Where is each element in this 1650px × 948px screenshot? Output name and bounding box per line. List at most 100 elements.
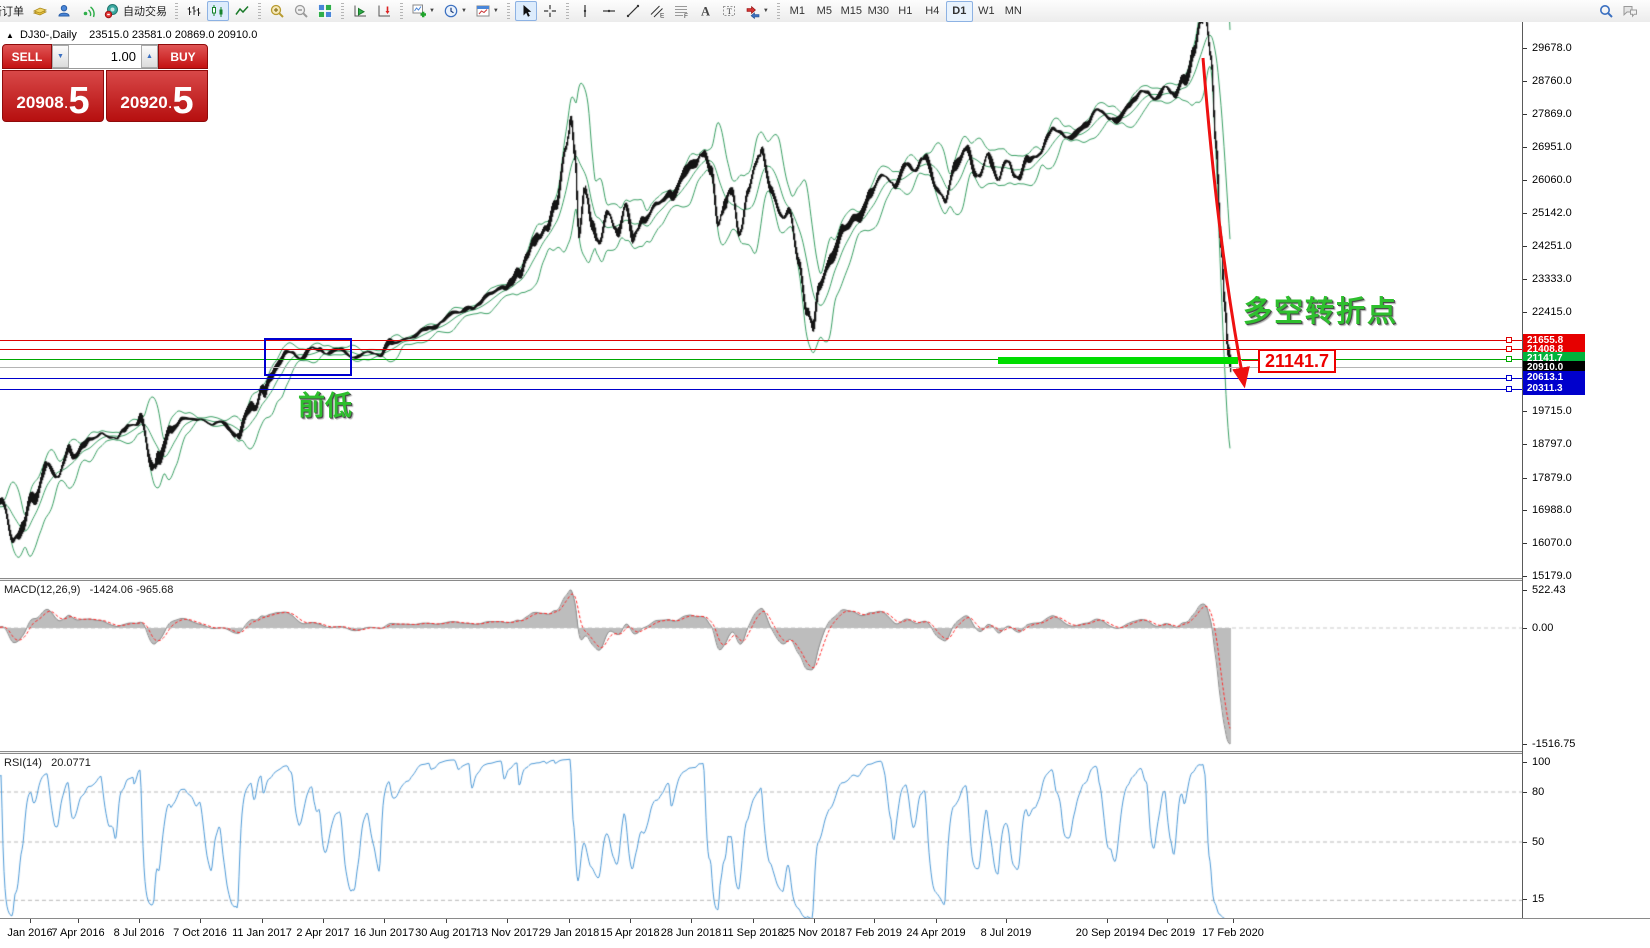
line-handle[interactable] — [1506, 337, 1512, 343]
y-tick-label: 100 — [1532, 756, 1550, 768]
text-icon: A — [697, 3, 713, 19]
shift-icon — [376, 3, 392, 19]
x-tick — [323, 919, 324, 923]
timeframe-m15[interactable]: M15 — [838, 1, 865, 22]
horizontal-level-line[interactable] — [0, 340, 1522, 341]
toolbar-grip[interactable] — [777, 3, 780, 19]
timeframe-d1[interactable]: D1 — [946, 1, 973, 22]
zoom-in-button[interactable] — [266, 1, 288, 21]
periods-button[interactable]: ▼ — [440, 1, 470, 21]
x-tick — [936, 919, 937, 923]
timeframe-h4[interactable]: H4 — [919, 1, 946, 22]
arrows-button[interactable]: ▼ — [742, 1, 772, 21]
timeframe-w1[interactable]: W1 — [973, 1, 1000, 22]
volume-increase-button[interactable]: ▲ — [141, 45, 158, 68]
line-handle[interactable] — [1506, 375, 1512, 381]
auto-scroll-button[interactable] — [349, 1, 371, 21]
x-tick — [446, 919, 447, 923]
horizontal-level-line[interactable] — [0, 378, 1522, 379]
template-icon — [475, 3, 491, 19]
sell-button[interactable]: SELL — [2, 44, 52, 69]
toolbar-grip[interactable] — [507, 3, 510, 19]
macd-pane[interactable]: MACD(12,26,9) -1424.06 -965.68 — [0, 581, 1522, 751]
x-tick — [78, 919, 79, 923]
x-tick-label: 16 Jun 2017 — [354, 927, 415, 939]
main-chart-pane[interactable]: 前低 多空转折点 21141.7 ▲ DJ30-,Daily 23515.0 2… — [0, 22, 1522, 578]
price-label-box[interactable]: 21141.7 — [1258, 349, 1336, 373]
price-label-connector — [1242, 360, 1258, 361]
crosshair-button[interactable] — [539, 1, 561, 21]
fibonacci-button[interactable]: F — [670, 1, 692, 21]
timeframe-h1[interactable]: H1 — [892, 1, 919, 22]
horizontal-line-button[interactable] — [598, 1, 620, 21]
y-tick-label: 29678.0 — [1532, 42, 1572, 54]
horizontal-level-line[interactable] — [0, 389, 1522, 390]
turning-point-annotation[interactable]: 多空转折点 — [1243, 288, 1398, 330]
timeframe-m1[interactable]: M1 — [784, 1, 811, 22]
x-tick-label: 30 Aug 2017 — [415, 927, 477, 939]
templates-button[interactable]: ▼ — [472, 1, 502, 21]
rsi-value: 20.0771 — [51, 757, 91, 769]
rsi-canvas[interactable] — [0, 754, 1522, 918]
consolidation-rectangle[interactable] — [264, 338, 352, 376]
x-tick-label: 8 Jul 2019 — [981, 927, 1032, 939]
y-tick-label: 25142.0 — [1532, 207, 1572, 219]
tile-windows-button[interactable] — [314, 1, 336, 21]
candlestick-button[interactable] — [207, 1, 229, 21]
x-tick — [262, 919, 263, 923]
toolbar-grip[interactable] — [400, 3, 403, 19]
volume-decrease-button[interactable]: ▼ — [52, 45, 69, 68]
toolbar-grip[interactable] — [175, 3, 178, 19]
line-handle[interactable] — [1506, 356, 1512, 362]
y-tick-label: 16070.0 — [1532, 537, 1572, 549]
y-tick-label: 26060.0 — [1532, 174, 1572, 186]
support-highlight-bar[interactable] — [998, 357, 1238, 364]
chart-shift-button[interactable] — [373, 1, 395, 21]
community-icon — [1622, 3, 1638, 19]
text-button[interactable]: A — [694, 1, 716, 21]
sell-price-display[interactable]: 20908.5 — [2, 70, 104, 122]
channel-button[interactable]: E — [646, 1, 668, 21]
auto-trading-button[interactable]: 自动交易 — [101, 1, 170, 21]
community-button[interactable] — [1619, 1, 1641, 21]
bar-chart-button[interactable] — [183, 1, 205, 21]
new-order-button[interactable]: 新订单 — [0, 1, 27, 21]
buy-button[interactable]: BUY — [158, 44, 208, 69]
signals-button[interactable] — [77, 1, 99, 21]
toolbar-grip[interactable] — [341, 3, 344, 19]
timeframe-m30[interactable]: M30 — [865, 1, 892, 22]
y-tick-label: 28760.0 — [1532, 75, 1572, 87]
one-click-trade-panel: SELL ▼ 1.00 ▲ BUY 20908.5 20920.5 — [2, 44, 208, 122]
x-tick — [874, 919, 875, 923]
line-handle[interactable] — [1506, 346, 1512, 352]
search-button[interactable] — [1595, 1, 1617, 21]
trendline-button[interactable] — [622, 1, 644, 21]
x-tick-label: 24 Apr 2019 — [906, 927, 965, 939]
svg-text:E: E — [660, 13, 665, 20]
line-chart-button[interactable] — [231, 1, 253, 21]
vline-icon — [577, 3, 593, 19]
indicators-button[interactable]: ▼ — [408, 1, 438, 21]
prev-low-annotation[interactable]: 前低 — [298, 384, 352, 423]
volume-input[interactable]: 1.00 — [69, 45, 141, 68]
macd-canvas[interactable] — [0, 581, 1522, 751]
signal-icon — [80, 3, 96, 19]
hline-icon — [601, 3, 617, 19]
x-tick — [753, 919, 754, 923]
y-tick-label: 18797.0 — [1532, 438, 1572, 450]
cursor-button[interactable] — [515, 1, 537, 21]
vertical-line-button[interactable] — [574, 1, 596, 21]
toolbar-grip[interactable] — [566, 3, 569, 19]
toolbar-grip[interactable] — [258, 3, 261, 19]
timeframe-m5[interactable]: M5 — [811, 1, 838, 22]
profiles-button[interactable] — [53, 1, 75, 21]
market-watch-button[interactable] — [29, 1, 51, 21]
y-tick-label: 80 — [1532, 786, 1544, 798]
rsi-pane[interactable]: RSI(14) 20.0771 — [0, 754, 1522, 918]
text-label-button[interactable]: T — [718, 1, 740, 21]
buy-price-display[interactable]: 20920.5 — [106, 70, 208, 122]
indicators-icon — [411, 3, 427, 19]
line-handle[interactable] — [1506, 386, 1512, 392]
zoom-out-button[interactable] — [290, 1, 312, 21]
timeframe-mn[interactable]: MN — [1000, 1, 1027, 22]
